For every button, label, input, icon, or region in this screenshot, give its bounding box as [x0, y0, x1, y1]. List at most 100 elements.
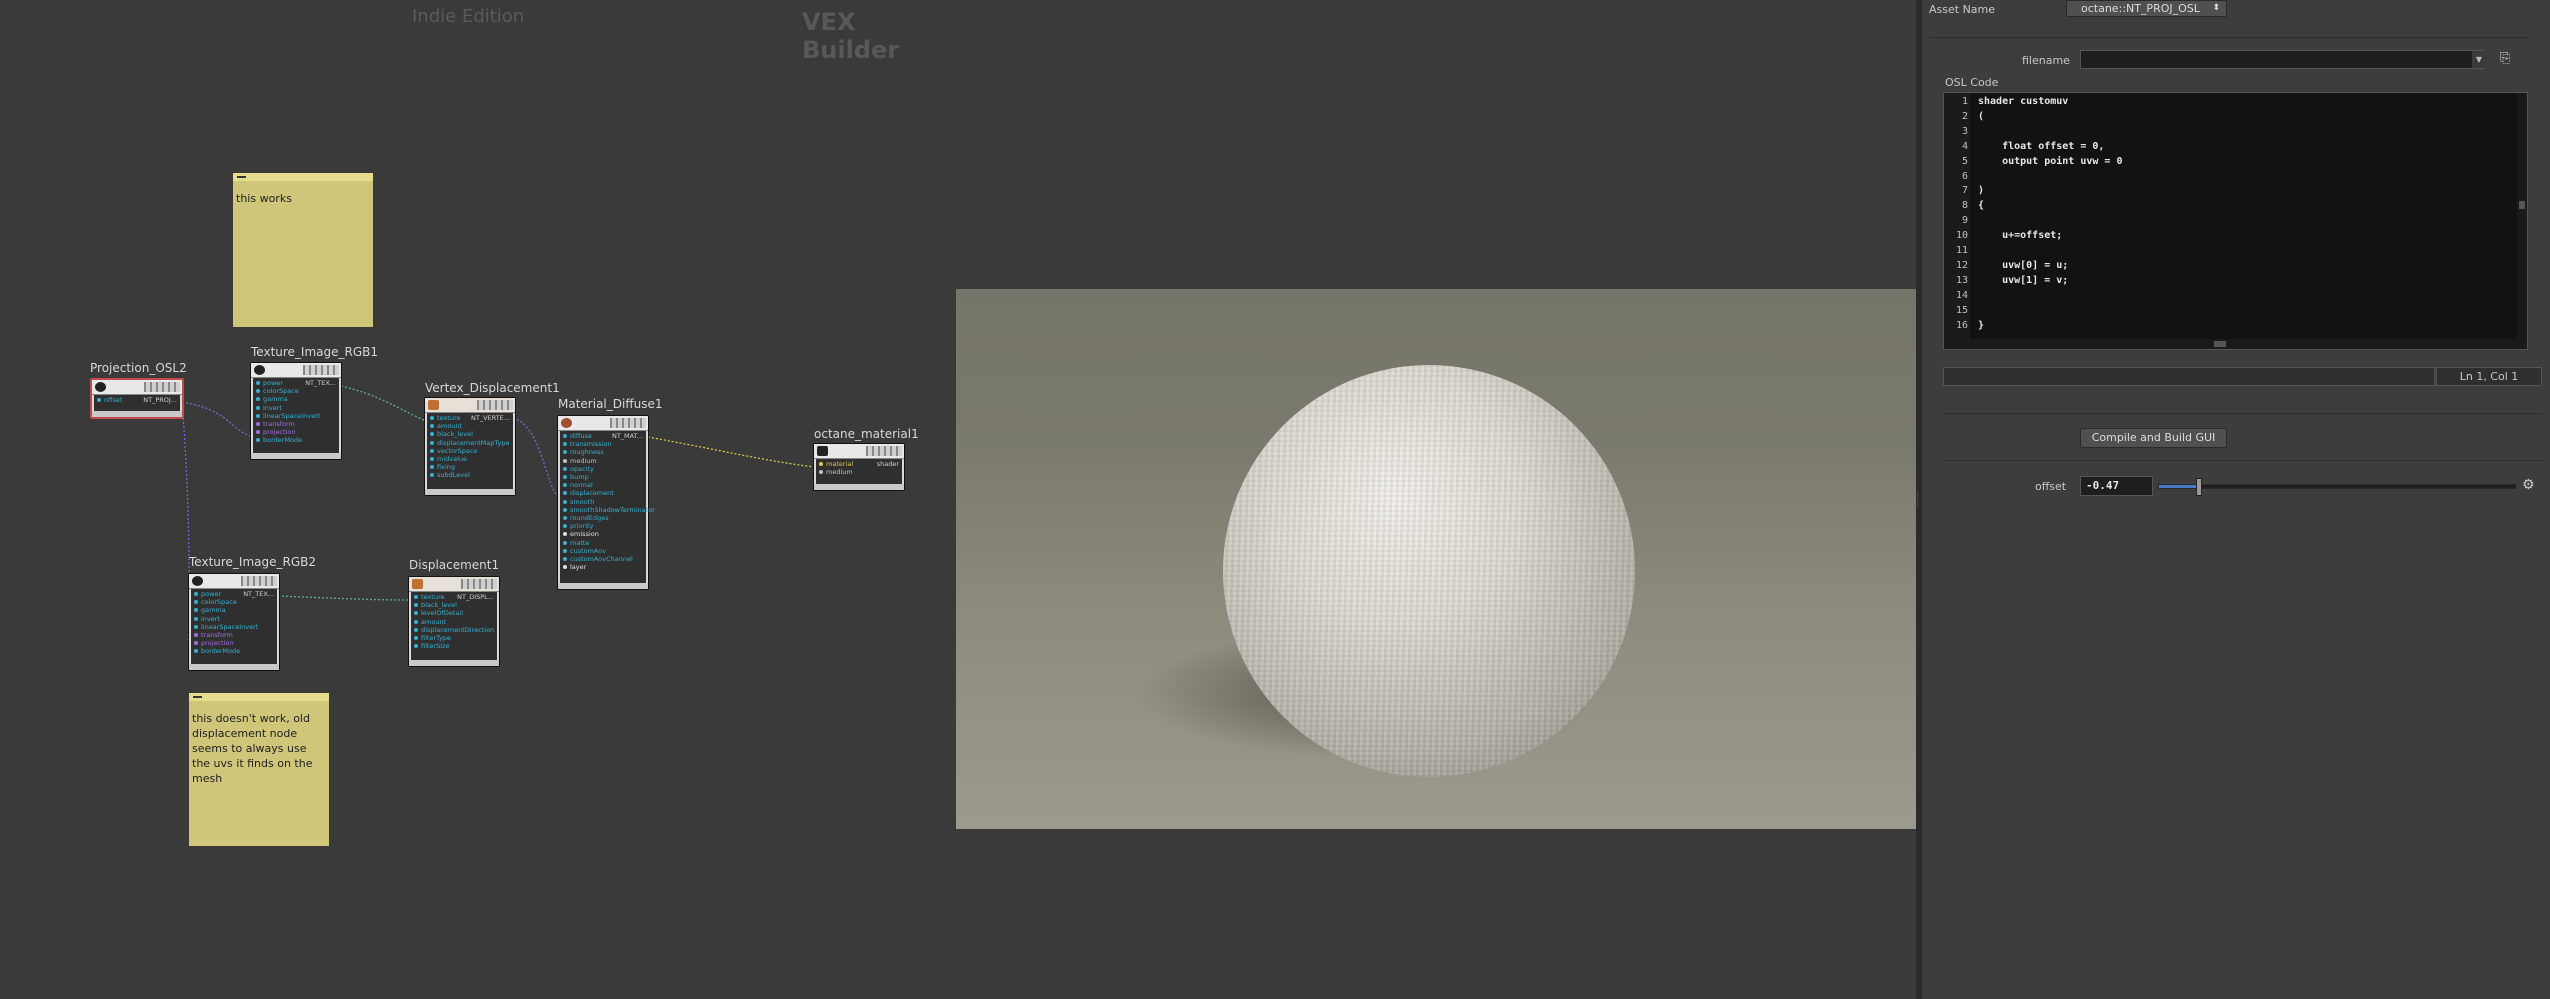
- code-line[interactable]: uvw[1] = v;: [1978, 275, 2068, 286]
- port-roundedges[interactable]: roundEdges: [563, 514, 609, 522]
- port-black_level[interactable]: black_level: [430, 430, 473, 438]
- port-linearspaceinvert[interactable]: linearSpaceInvert: [256, 412, 320, 420]
- port-gamma[interactable]: gamma: [194, 606, 226, 614]
- code-line[interactable]: (: [1978, 111, 1984, 122]
- port-gamma[interactable]: gamma: [256, 395, 288, 403]
- node-output[interactable]: NT_VERTE...: [471, 414, 510, 422]
- node-output[interactable]: NT_MAT...: [612, 432, 643, 440]
- port-displacement[interactable]: displacement: [563, 489, 614, 497]
- code-find-field[interactable]: [1943, 367, 2435, 386]
- line-number: 7: [1961, 185, 1968, 197]
- port-subdlevel[interactable]: subdLevel: [430, 471, 470, 479]
- line-number: 14: [1955, 289, 1968, 301]
- port-power[interactable]: power: [256, 379, 283, 387]
- port-fixing[interactable]: fixing: [430, 463, 455, 471]
- line-number: 2: [1961, 110, 1968, 122]
- osl-code-editor[interactable]: 1 shader customuv 2(3 4 float offset = 0, 5 …: [1943, 92, 2528, 350]
- port-medium[interactable]: medium: [563, 457, 597, 465]
- port-smooth[interactable]: smooth: [563, 498, 594, 506]
- node-body[interactable]: NT_TEX... power colorSpace gamma invert line…: [188, 573, 280, 671]
- port-projection[interactable]: projection: [194, 639, 233, 647]
- port-diffuse[interactable]: diffuse: [563, 432, 592, 440]
- node-body[interactable]: offset NT_PROJ...: [90, 378, 184, 419]
- network-editor[interactable]: Indie Edition VEX Builder this works thi…: [0, 0, 946, 999]
- port-projection[interactable]: projection: [256, 428, 295, 436]
- offset-slider-handle[interactable]: [2196, 478, 2203, 496]
- node-body[interactable]: NT_MAT... diffuse transmission roughness me…: [557, 415, 655, 590]
- port-opacity[interactable]: opacity: [563, 465, 594, 473]
- file-chooser-icon[interactable]: ⎘: [2500, 51, 2510, 66]
- port-invert[interactable]: invert: [194, 615, 220, 623]
- code-line[interactable]: u+=offset;: [1978, 230, 2062, 241]
- node-body[interactable]: NT_TEX... power colorSpace gamma invert line…: [250, 362, 342, 460]
- port-vectorspace[interactable]: vectorSpace: [430, 447, 477, 455]
- port-transform[interactable]: transform: [256, 420, 295, 428]
- port-transform[interactable]: transform: [194, 631, 233, 639]
- port-layer[interactable]: layer: [563, 563, 586, 571]
- port-power[interactable]: power: [194, 590, 221, 598]
- port-colorspace[interactable]: colorSpace: [256, 387, 299, 395]
- divider: [1943, 460, 2542, 461]
- sticky-note-works[interactable]: this works: [233, 173, 373, 327]
- node-output[interactable]: NT_TEX...: [243, 590, 274, 598]
- filename-field[interactable]: [2080, 50, 2484, 69]
- port-texture[interactable]: texture: [414, 593, 444, 601]
- port-displacementdirection[interactable]: displacementDirection: [414, 626, 494, 634]
- port-bordermode[interactable]: borderMode: [256, 436, 302, 444]
- offset-slider-track[interactable]: [2158, 478, 2516, 496]
- textured-sphere: [1223, 365, 1635, 777]
- node-output[interactable]: shader: [877, 460, 899, 468]
- node-output[interactable]: NT_TEX...: [305, 379, 336, 387]
- port-offset[interactable]: offset: [104, 396, 122, 404]
- port-black_level[interactable]: black_level: [414, 601, 457, 609]
- code-line[interactable]: output point uvw = 0: [1978, 156, 2122, 167]
- line-number: 4: [1961, 140, 1968, 152]
- port-smoothshadowterminator[interactable]: smoothShadowTerminator: [563, 506, 655, 514]
- port-medium[interactable]: medium: [819, 468, 853, 476]
- port-transmission[interactable]: transmission: [563, 440, 612, 448]
- port-midvalue[interactable]: midvalue: [430, 455, 467, 463]
- asset-name-menu[interactable]: octane::NT_PROJ_OSL ⬍: [2066, 0, 2227, 17]
- code-hscrollbar[interactable]: [1944, 339, 2527, 349]
- port-levelofdetail[interactable]: levelOfDetail: [414, 609, 463, 617]
- offset-label: offset: [2035, 480, 2067, 493]
- port-texture[interactable]: texture: [430, 414, 460, 422]
- code-line[interactable]: uvw[0] = u;: [1978, 260, 2068, 271]
- port-normal[interactable]: normal: [563, 481, 593, 489]
- port-filtersize[interactable]: filterSize: [414, 642, 449, 650]
- offset-slider-fill: [2159, 485, 2199, 488]
- gear-icon[interactable]: ⚙: [2522, 477, 2535, 493]
- port-amount[interactable]: amount: [430, 422, 462, 430]
- code-line[interactable]: shader customuv: [1978, 96, 2068, 107]
- port-roughness[interactable]: roughness: [563, 448, 604, 456]
- code-line[interactable]: }: [1978, 320, 1984, 331]
- port-linearspaceinvert[interactable]: linearSpaceInvert: [194, 623, 258, 631]
- port-bump[interactable]: bump: [563, 473, 589, 481]
- node-body[interactable]: NT_DISPL... texture black_level levelOfDet…: [408, 576, 500, 667]
- compile-build-button[interactable]: Compile and Build GUI: [2080, 428, 2227, 448]
- port-emission[interactable]: emission: [563, 530, 599, 538]
- offset-field[interactable]: -0.47: [2080, 476, 2153, 496]
- port-colorspace[interactable]: colorSpace: [194, 598, 237, 606]
- port-material[interactable]: material: [819, 460, 853, 468]
- sticky-note-doesnt-work[interactable]: this doesn't work, old displacement node…: [189, 693, 329, 846]
- node-output[interactable]: NT_PROJ...: [143, 396, 177, 404]
- port-matte[interactable]: matte: [563, 539, 589, 547]
- code-line[interactable]: ): [1978, 185, 1984, 196]
- code-line[interactable]: {: [1978, 200, 1984, 211]
- osl-code-label: OSL Code: [1945, 76, 1999, 89]
- code-line[interactable]: float offset = 0,: [1978, 141, 2104, 152]
- node-output[interactable]: NT_DISPL...: [457, 593, 494, 601]
- port-customaovchannel[interactable]: customAovChannel: [563, 555, 633, 563]
- port-priority[interactable]: priority: [563, 522, 593, 530]
- port-invert[interactable]: invert: [256, 404, 282, 412]
- port-filtertype[interactable]: filterType: [414, 634, 451, 642]
- port-customaov[interactable]: customAov: [563, 547, 606, 555]
- port-amount[interactable]: amount: [414, 618, 446, 626]
- port-bordermode[interactable]: borderMode: [194, 647, 240, 655]
- filename-dropdown-icon[interactable]: ▼: [2472, 51, 2486, 68]
- node-body[interactable]: NT_VERTE... texture amount black_level disp…: [424, 397, 516, 496]
- code-scrollbar[interactable]: [2517, 93, 2527, 349]
- port-displacementmaptype[interactable]: displacementMapType: [430, 439, 509, 447]
- node-body[interactable]: shader material medium: [813, 443, 905, 491]
